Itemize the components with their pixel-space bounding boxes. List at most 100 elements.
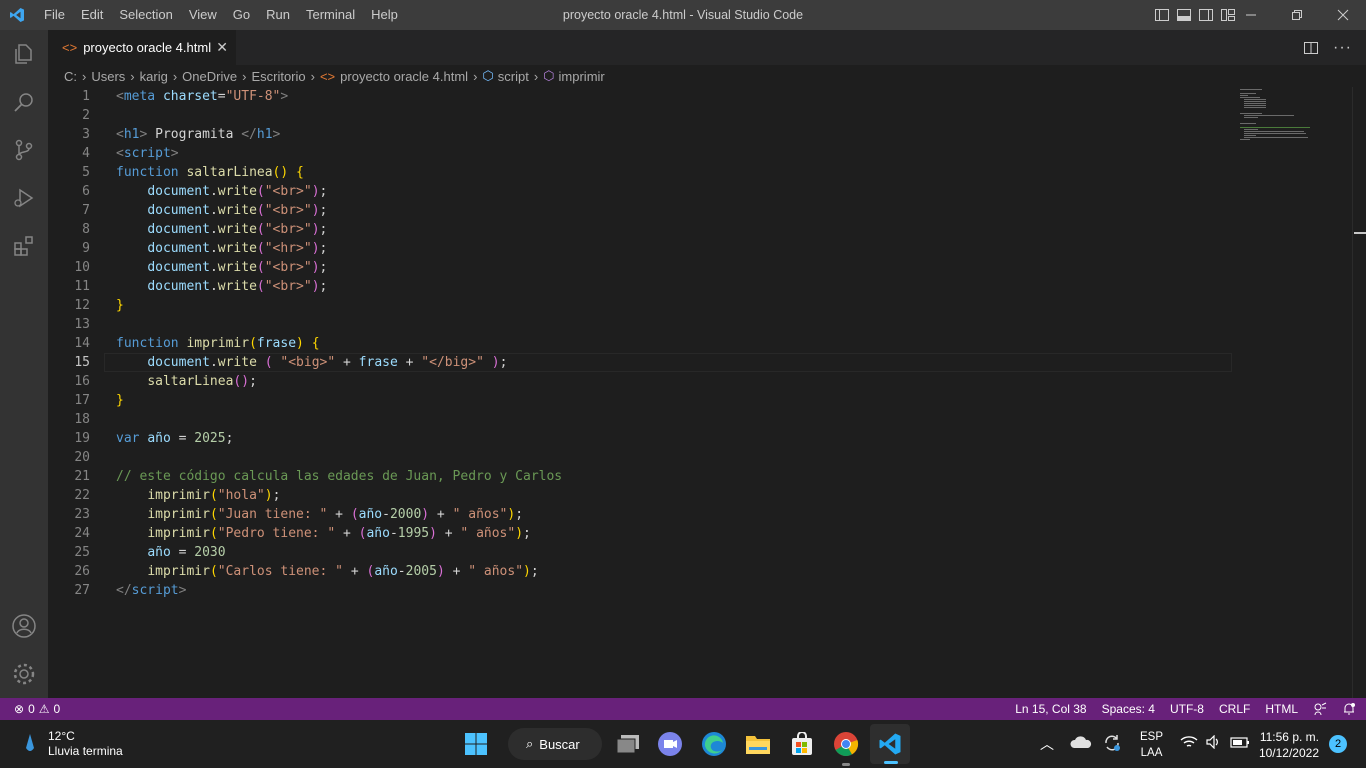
code-line[interactable]: }	[116, 296, 124, 315]
code-line[interactable]: // este código calcula las edades de Jua…	[116, 467, 562, 486]
code-token: imprimir	[147, 564, 210, 579]
task-view-icon[interactable]	[612, 728, 644, 760]
feedback-icon[interactable]	[1313, 702, 1327, 716]
code-token: +	[429, 507, 453, 522]
taskbar-search[interactable]: ⌕ Buscar	[508, 728, 602, 760]
toggle-panel-icon[interactable]	[1176, 7, 1192, 23]
code-line[interactable]: document.write("<br>");	[116, 277, 327, 296]
breadcrumb-users[interactable]: Users	[91, 69, 125, 84]
start-button[interactable]	[460, 728, 492, 760]
vertical-scrollbar[interactable]	[1352, 87, 1366, 698]
settings-gear-icon[interactable]	[0, 650, 48, 698]
menu-help[interactable]: Help	[363, 0, 406, 30]
code-line[interactable]: function saltarLinea() {	[116, 163, 304, 182]
indentation[interactable]: Spaces: 4	[1102, 702, 1155, 716]
vscode-taskbar-icon[interactable]	[870, 724, 910, 764]
clock[interactable]: 11:56 p. m. 10/12/2022	[1255, 729, 1319, 761]
rain-icon	[26, 734, 34, 751]
code-token: write	[217, 279, 257, 294]
code-token: write	[217, 184, 257, 199]
code-line[interactable]: saltarLinea();	[116, 372, 257, 391]
code-token: imprimir	[147, 507, 210, 522]
source-control-icon[interactable]	[0, 126, 48, 174]
code-line[interactable]: imprimir("Carlos tiene: " + (año-2005) +…	[116, 562, 538, 581]
code-token: >	[170, 146, 179, 161]
menu-run[interactable]: Run	[258, 0, 298, 30]
teams-chat-icon[interactable]	[654, 728, 686, 760]
accounts-icon[interactable]	[0, 602, 48, 650]
code-editor[interactable]: 1 2 3 4 5 6 7 8 9 10 11 12 13 14 15 16 17 18 19 20 21 22 23 24 2…	[48, 87, 1232, 698]
code-line[interactable]: imprimir("Pedro tiene: " + (año-1995) + …	[116, 524, 531, 543]
search-icon[interactable]	[0, 78, 48, 126]
onedrive-icon[interactable]	[1070, 734, 1092, 755]
split-editor-icon[interactable]	[1303, 40, 1319, 56]
breadcrumb-escritorio[interactable]: Escritorio	[251, 69, 305, 84]
breadcrumb-onedrive[interactable]: OneDrive	[182, 69, 237, 84]
toggle-secondary-sidebar-icon[interactable]	[1198, 7, 1214, 23]
language-mode[interactable]: HTML	[1265, 702, 1298, 716]
quick-settings[interactable]	[1180, 735, 1250, 749]
problems-indicator[interactable]: ⊗ 0 ⚠ 0	[0, 702, 60, 716]
input-language[interactable]: ESP LAA	[1140, 729, 1163, 761]
code-line[interactable]: document.write("<br>");	[116, 182, 327, 201]
notifications-bell-icon[interactable]	[1342, 702, 1356, 716]
html-file-icon: <>	[62, 40, 78, 55]
code-line[interactable]: document.write ( "<big>" + frase + "</bi…	[116, 353, 507, 372]
code-line[interactable]: imprimir("hola");	[116, 486, 280, 505]
cursor-position[interactable]: Ln 15, Col 38	[1015, 702, 1086, 716]
menu-terminal[interactable]: Terminal	[298, 0, 363, 30]
code-line[interactable]: <meta charset="UTF-8">	[116, 87, 288, 106]
explorer-icon[interactable]	[0, 30, 48, 78]
menu-edit[interactable]: Edit	[73, 0, 111, 30]
code-token: write	[217, 222, 257, 237]
restore-button[interactable]	[1274, 0, 1320, 30]
close-button[interactable]	[1320, 0, 1366, 30]
extensions-icon[interactable]	[0, 222, 48, 270]
code-token: <	[116, 127, 124, 142]
code-token: function	[116, 336, 179, 351]
weather-widget[interactable]: 12°C Lluvia termina	[20, 729, 123, 759]
run-debug-icon[interactable]	[0, 174, 48, 222]
code-line[interactable]: document.write("<br>");	[116, 220, 327, 239]
close-tab-icon[interactable]: ✕	[216, 39, 228, 56]
code-line[interactable]: año = 2030	[116, 543, 225, 562]
file-explorer-icon[interactable]	[742, 728, 774, 760]
breadcrumb-imprimir[interactable]: imprimir	[559, 69, 605, 84]
show-hidden-icons-button[interactable]: ︿	[1040, 734, 1054, 754]
minimize-button[interactable]	[1228, 0, 1274, 30]
code-line[interactable]: imprimir("Juan tiene: " + (año-2000) + "…	[116, 505, 523, 524]
minimap[interactable]	[1232, 87, 1352, 698]
menu-view[interactable]: View	[181, 0, 225, 30]
menu-go[interactable]: Go	[225, 0, 258, 30]
sync-icon[interactable]	[1102, 733, 1122, 758]
code-token: +	[327, 507, 351, 522]
end-of-line[interactable]: CRLF	[1219, 702, 1250, 716]
code-line[interactable]: document.write("<hr>");	[116, 239, 327, 258]
code-line[interactable]: }	[116, 391, 124, 410]
code-line[interactable]: <script>	[116, 144, 179, 163]
breadcrumb-karig[interactable]: karig	[140, 69, 168, 84]
breadcrumb-script[interactable]: script	[498, 69, 529, 84]
code-token: </	[241, 127, 257, 142]
code-line[interactable]: function imprimir(frase) {	[116, 334, 320, 353]
menu-selection[interactable]: Selection	[111, 0, 180, 30]
toggle-primary-sidebar-icon[interactable]	[1154, 7, 1170, 23]
code-line[interactable]: var año = 2025;	[116, 429, 233, 448]
microsoft-store-icon[interactable]	[786, 728, 818, 760]
code-line[interactable]: document.write("<br>");	[116, 201, 327, 220]
breadcrumb-file[interactable]: proyecto oracle 4.html	[340, 69, 468, 84]
chrome-browser-icon[interactable]	[830, 728, 862, 766]
code-line[interactable]: document.write("<br>");	[116, 258, 327, 277]
code-token: ;	[225, 431, 234, 446]
tab-proyecto-oracle-4[interactable]: <> proyecto oracle 4.html ✕	[48, 30, 236, 65]
edge-browser-icon[interactable]	[698, 728, 730, 760]
more-actions-icon[interactable]: ···	[1333, 39, 1352, 57]
menu-file[interactable]: File	[36, 0, 73, 30]
notification-badge[interactable]: 2	[1329, 735, 1347, 753]
breadcrumb-drive[interactable]: C:	[64, 69, 77, 84]
code-line[interactable]: </script>	[116, 581, 186, 600]
code-token: document	[147, 222, 210, 237]
code-line[interactable]: <h1> Programita </h1>	[116, 125, 280, 144]
encoding[interactable]: UTF-8	[1170, 702, 1204, 716]
